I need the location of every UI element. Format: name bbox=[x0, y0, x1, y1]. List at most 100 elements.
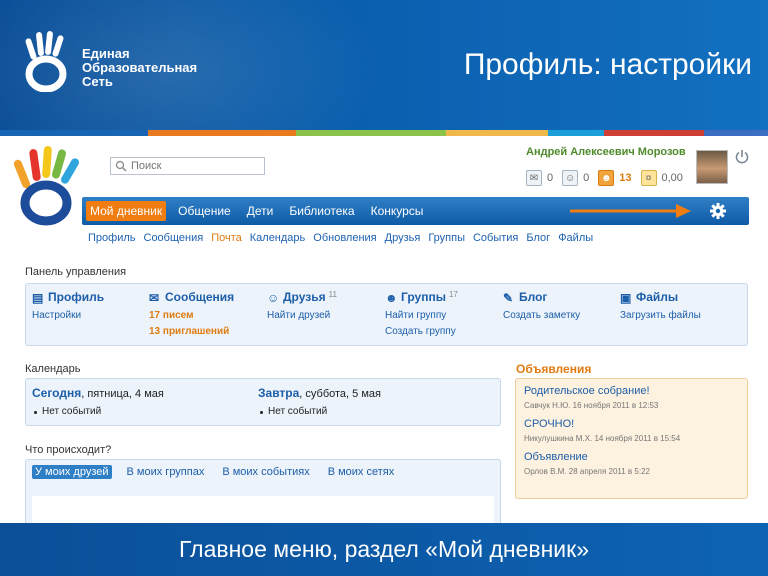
find-group-link[interactable]: Найти группу bbox=[385, 310, 458, 321]
balance-value: 0,00 bbox=[661, 172, 683, 184]
cp-label: Сообщения bbox=[165, 290, 235, 304]
slide-title: Профиль: настройки bbox=[463, 48, 752, 81]
search-icon bbox=[115, 160, 127, 172]
settings-link[interactable]: Настройки bbox=[32, 310, 104, 321]
cp-head[interactable]: ☻ Группы 17 bbox=[385, 290, 458, 305]
ad-meta: Орлов В.М. 28 апреля 2011 в 5:22 bbox=[524, 467, 650, 476]
person-icon: ☺ bbox=[267, 291, 280, 305]
ads-panel: Родительское собрание! Савчук Н.Ю. 16 но… bbox=[515, 378, 748, 499]
invitations-count: 13 bbox=[619, 172, 632, 184]
id-card-icon: ▤ bbox=[32, 291, 44, 305]
tab-my-networks[interactable]: В моих сетях bbox=[325, 465, 398, 479]
search-input[interactable] bbox=[131, 160, 261, 172]
ad-meta: Савчук Н.Ю. 16 ноября 2011 в 12:53 bbox=[524, 401, 659, 410]
subnav-mail[interactable]: Почта bbox=[211, 232, 242, 244]
create-group-link[interactable]: Создать группу bbox=[385, 326, 458, 337]
pencil-icon: ✎ bbox=[503, 291, 514, 305]
nav-item-communication[interactable]: Общение bbox=[174, 201, 235, 221]
search-box[interactable] bbox=[110, 157, 265, 175]
cp-friends: ☺ Друзья 11 Найти друзей bbox=[267, 290, 337, 326]
person-icon[interactable]: ☺ bbox=[562, 170, 579, 186]
friends-requests-count: 0 bbox=[583, 172, 590, 184]
subnav-groups[interactable]: Группы bbox=[428, 232, 465, 244]
cp-label: Профиль bbox=[48, 290, 105, 304]
sub-nav: Профиль Сообщения Почта Календарь Обновл… bbox=[88, 232, 601, 244]
cp-head[interactable]: ▤ Профиль bbox=[32, 290, 105, 305]
groups-count: 17 bbox=[448, 290, 458, 299]
control-panel-title: Панель управления bbox=[25, 266, 127, 278]
tab-my-friends[interactable]: У моих друзей bbox=[32, 465, 112, 479]
color-stripe bbox=[0, 130, 768, 136]
upload-files-link[interactable]: Загрузить файлы bbox=[620, 310, 701, 321]
messages-count: 0 bbox=[547, 172, 554, 184]
nav-item-contests[interactable]: Конкурсы bbox=[367, 201, 428, 221]
cp-label: Блог bbox=[519, 290, 548, 304]
day-heading: Сегодня, пятница, 4 мая bbox=[32, 386, 164, 400]
slide-header: Единая Образовательная Сеть Профиль: нас… bbox=[0, 0, 768, 132]
subnav-friends[interactable]: Друзья bbox=[385, 232, 421, 244]
tab-my-events[interactable]: В моих событиях bbox=[219, 465, 312, 479]
ad-title[interactable]: Родительское собрание! bbox=[524, 385, 739, 397]
tab-my-groups[interactable]: В моих группах bbox=[124, 465, 208, 479]
cp-files: ▣ Файлы Загрузить файлы bbox=[620, 290, 701, 326]
envelope-icon[interactable]: ✉ bbox=[526, 170, 542, 186]
ad-title[interactable]: СРОЧНО! bbox=[524, 418, 739, 430]
subnav-messages[interactable]: Сообщения bbox=[144, 232, 204, 244]
whats-up-title: Что происходит? bbox=[25, 444, 112, 456]
friends-count: 11 bbox=[328, 290, 337, 299]
hand-logo-icon bbox=[25, 31, 67, 92]
group-icon: ☻ bbox=[385, 291, 398, 305]
cp-label: Файлы bbox=[636, 290, 679, 304]
calendar-panel: Сегодня, пятница, 4 мая Нет событий Завт… bbox=[25, 378, 501, 426]
calendar-title: Календарь bbox=[25, 363, 81, 375]
ad-title[interactable]: Объявление bbox=[524, 451, 739, 463]
brand-text: Единая Образовательная Сеть bbox=[82, 47, 197, 89]
gear-icon[interactable] bbox=[709, 202, 727, 220]
colorful-hand-logo-icon[interactable] bbox=[12, 143, 88, 227]
cp-messages: ✉ Сообщения 17 писем 13 приглашений bbox=[149, 290, 234, 342]
invitations-link[interactable]: 13 приглашений bbox=[149, 326, 234, 337]
stripe-segment bbox=[604, 130, 704, 136]
day-date: , пятница, 4 мая bbox=[81, 388, 164, 400]
slide-footer: Главное меню, раздел «Мой дневник» bbox=[0, 523, 768, 576]
user-name[interactable]: Андрей Алексеевич Морозов bbox=[526, 146, 686, 158]
stripe-segment bbox=[704, 130, 768, 136]
cp-head[interactable]: ☺ Друзья 11 bbox=[267, 290, 337, 305]
coins-icon[interactable]: ¤ bbox=[640, 170, 657, 186]
subnav-files[interactable]: Файлы bbox=[558, 232, 593, 244]
cp-blog: ✎ Блог Создать заметку bbox=[503, 290, 580, 326]
create-note-link[interactable]: Создать заметку bbox=[503, 310, 580, 321]
event-item: Нет событий bbox=[32, 406, 164, 417]
ad-meta: Никулушкина М.Х. 14 ноября 2011 в 15:54 bbox=[524, 434, 681, 443]
arrow-right-icon bbox=[570, 204, 691, 218]
user-counters: ✉ 0 ☺ 0 ☻ 13 ¤ 0,00 bbox=[526, 170, 692, 186]
cp-head[interactable]: ✎ Блог bbox=[503, 290, 580, 305]
subnav-events[interactable]: События bbox=[473, 232, 518, 244]
power-icon[interactable] bbox=[734, 149, 750, 165]
cp-label: Друзья bbox=[283, 290, 326, 304]
files-icon: ▣ bbox=[620, 291, 632, 305]
stripe-segment bbox=[148, 130, 296, 136]
brand-line: Сеть bbox=[82, 74, 113, 89]
subnav-calendar[interactable]: Календарь bbox=[250, 232, 306, 244]
nav-item-children[interactable]: Дети bbox=[243, 201, 278, 221]
day-date: , суббота, 5 мая bbox=[299, 388, 381, 400]
feed-area bbox=[32, 496, 494, 524]
nav-item-my-diary[interactable]: Мой дневник bbox=[86, 201, 167, 221]
find-friends-link[interactable]: Найти друзей bbox=[267, 310, 337, 321]
subnav-profile[interactable]: Профиль bbox=[88, 232, 136, 244]
avatar[interactable] bbox=[696, 150, 728, 184]
nav-item-library[interactable]: Библиотека bbox=[285, 201, 358, 221]
brand-line: Единая bbox=[82, 46, 130, 61]
day-name[interactable]: Сегодня bbox=[32, 386, 81, 400]
letters-link[interactable]: 17 писем bbox=[149, 310, 234, 321]
cp-groups: ☻ Группы 17 Найти группу Создать группу bbox=[385, 290, 458, 342]
stripe-segment bbox=[0, 130, 148, 136]
day-name[interactable]: Завтра bbox=[258, 386, 299, 400]
cp-profile: ▤ Профиль Настройки bbox=[32, 290, 104, 326]
subnav-blog[interactable]: Блог bbox=[526, 232, 550, 244]
cp-head[interactable]: ✉ Сообщения bbox=[149, 290, 235, 305]
subnav-updates[interactable]: Обновления bbox=[313, 232, 376, 244]
cp-head[interactable]: ▣ Файлы bbox=[620, 290, 701, 305]
people-icon[interactable]: ☻ bbox=[598, 170, 615, 186]
